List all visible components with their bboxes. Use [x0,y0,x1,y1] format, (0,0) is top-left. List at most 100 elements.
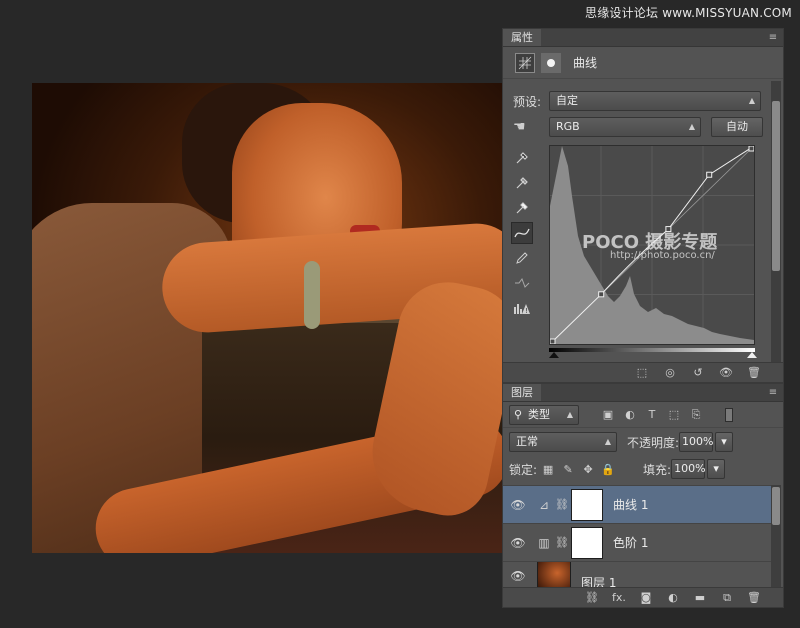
link-chain-icon[interactable]: ⛓ [555,498,569,511]
layers-scroll-thumb[interactable] [772,487,780,525]
levels-layer-icon: ▥ [538,535,550,550]
tab-properties[interactable]: 属性 [503,29,541,46]
view-previous-icon[interactable]: ◎ [663,366,677,379]
lock-label: 锁定: [509,462,538,477]
new-adjustment-icon[interactable]: ◐ [666,591,680,604]
type-filter-icon[interactable]: T [645,408,659,421]
filter-toggle[interactable] [725,407,733,422]
mask-icon[interactable] [541,52,561,73]
blend-row: 正常 ▲ 不透明度: 100% ▾ [509,430,734,454]
adjustment-filter-icon[interactable]: ◐ [623,408,637,421]
curve-control-point[interactable] [706,171,713,178]
properties-tabbar: 属性 ≡ [503,29,783,47]
poco-url-watermark: http://photo.poco.cn/ [610,250,715,261]
link-chain-icon[interactable]: ⛓ [555,536,569,549]
tab-layers[interactable]: 图层 [503,384,541,401]
layers-panel: 图层 ≡ ⚲ 类型 ▲ ▣ ◐ T ⬚ ⎘ 正常 ▲ 不透明度: 100% ▾ … [502,383,784,608]
visibility-eye-icon[interactable]: 👁 [503,536,533,550]
link-layers-icon[interactable]: ⛓ [585,591,599,604]
fill-input[interactable]: 100% [671,459,706,479]
layer-style-icon[interactable]: fx. [612,591,626,604]
lock-image-icon[interactable]: ✎ [561,463,575,476]
search-icon: ⚲ [514,407,523,421]
svg-text:!: ! [525,307,528,315]
updown-arrow-icon: ▲ [566,409,573,419]
properties-title: 曲线 [573,56,598,70]
white-point-slider[interactable] [747,352,757,358]
shape-filter-icon[interactable]: ⬚ [667,408,681,421]
visibility-eye-icon[interactable]: 👁 [719,366,733,379]
curve-point-tool-icon[interactable] [511,222,533,244]
visibility-eye-icon[interactable]: 👁 [503,569,533,583]
lock-all-icon[interactable]: 🔒 [601,463,615,476]
auto-button[interactable]: 自动 [711,117,763,137]
updown-arrow-icon: ▲ [748,96,756,105]
clipping-warning-icon[interactable]: ! [511,297,533,319]
pencil-icon[interactable] [511,247,533,269]
preset-value: 自定 [556,94,579,107]
curves-layer-icon: ⊿ [538,497,550,512]
new-group-icon[interactable]: ▬ [693,591,707,604]
opacity-dropdown-icon[interactable]: ▾ [715,432,734,452]
curve-control-point[interactable] [598,291,605,298]
reset-icon[interactable]: ↺ [691,366,705,379]
curves-adjustment-icon[interactable] [515,52,535,73]
gray-eyedropper-icon[interactable] [511,172,533,194]
properties-scrollbar[interactable] [771,81,781,363]
smart-object-filter-icon[interactable]: ⎘ [689,408,703,422]
opacity-input[interactable]: 100% [679,432,714,452]
white-eyedropper-icon[interactable] [511,197,533,219]
layer-filter-select[interactable]: ⚲ 类型 ▲ [509,404,579,425]
updown-arrow-icon: ▲ [604,437,611,446]
lock-row: 锁定: ▦ ✎ ✥ 🔒 填充: 100% ▾ [509,457,726,481]
layer-row-curves[interactable]: 👁 ⊿ ⛓ 曲线 1 [503,485,773,523]
input-gradient-bar [549,348,755,352]
trash-icon[interactable]: 🗑 [747,591,761,604]
curve-control-point[interactable] [549,338,556,345]
layer-filter-value: 类型 [528,407,550,421]
layer-mask-thumbnail[interactable] [571,526,603,559]
trash-icon[interactable]: 🗑 [747,366,761,379]
channel-row: ☚ RGB ▲ 自动 [513,115,763,139]
properties-scroll-thumb[interactable] [772,101,780,271]
layer-image-thumbnail[interactable] [537,562,571,589]
black-eyedropper-icon[interactable] [511,147,533,169]
hand-adjust-icon[interactable]: ☚ [513,119,549,135]
fill-dropdown-icon[interactable]: ▾ [707,459,726,479]
photo-bangle [304,261,320,329]
curve-control-point[interactable] [748,145,755,152]
layers-menu-icon[interactable]: ≡ [763,384,783,401]
opacity-label: 不透明度: [627,435,680,450]
pixel-filter-icon[interactable]: ▣ [601,408,615,421]
preset-select[interactable]: 自定 ▲ [549,91,762,111]
layer-mask-thumbnail[interactable] [571,488,603,521]
smooth-curve-icon[interactable] [511,272,533,294]
visibility-eye-icon[interactable]: 👁 [503,498,533,512]
canvas-photo[interactable] [32,83,502,553]
layer-row-image[interactable]: 👁 图层 1 [503,561,773,589]
black-point-slider[interactable] [549,352,559,358]
layer-name: 色阶 1 [613,536,649,550]
clip-to-layer-icon[interactable]: ⬚ [635,366,649,379]
properties-panel: 属性 ≡ 曲线 预设: 自定 ▲ ☚ RGB ▲ 自动 ! POCO 摄影专题 … [502,28,784,383]
channel-select[interactable]: RGB ▲ [549,117,701,137]
add-mask-icon[interactable]: ◙ [639,591,653,604]
opacity-value: 100% [682,435,714,448]
lock-transparent-icon[interactable]: ▦ [541,463,555,476]
properties-menu-icon[interactable]: ≡ [763,29,783,46]
lock-position-icon[interactable]: ✥ [581,463,595,476]
layer-row-levels[interactable]: 👁 ▥ ⛓ 色阶 1 [503,523,773,561]
layer-name: 曲线 1 [613,498,649,512]
curve-graph[interactable]: POCO 摄影专题 http://photo.poco.cn/ [549,145,755,345]
new-layer-icon[interactable]: ⧉ [720,591,734,605]
layers-scrollbar[interactable] [771,485,781,589]
layers-footer: ⛓ fx. ◙ ◐ ▬ ⧉ 🗑 [503,587,783,607]
curves-tools: ! [511,147,535,322]
layers-tabbar: 图层 ≡ [503,384,783,402]
layer-filter-row: ⚲ 类型 ▲ ▣ ◐ T ⬚ ⎘ [503,402,783,428]
fill-label: 填充: [643,462,672,477]
blend-mode-select[interactable]: 正常 ▲ [509,432,617,452]
fill-value: 100% [674,462,706,475]
channel-value: RGB [556,120,580,133]
site-watermark: 思缘设计论坛 www.MISSYUAN.COM [585,6,792,20]
